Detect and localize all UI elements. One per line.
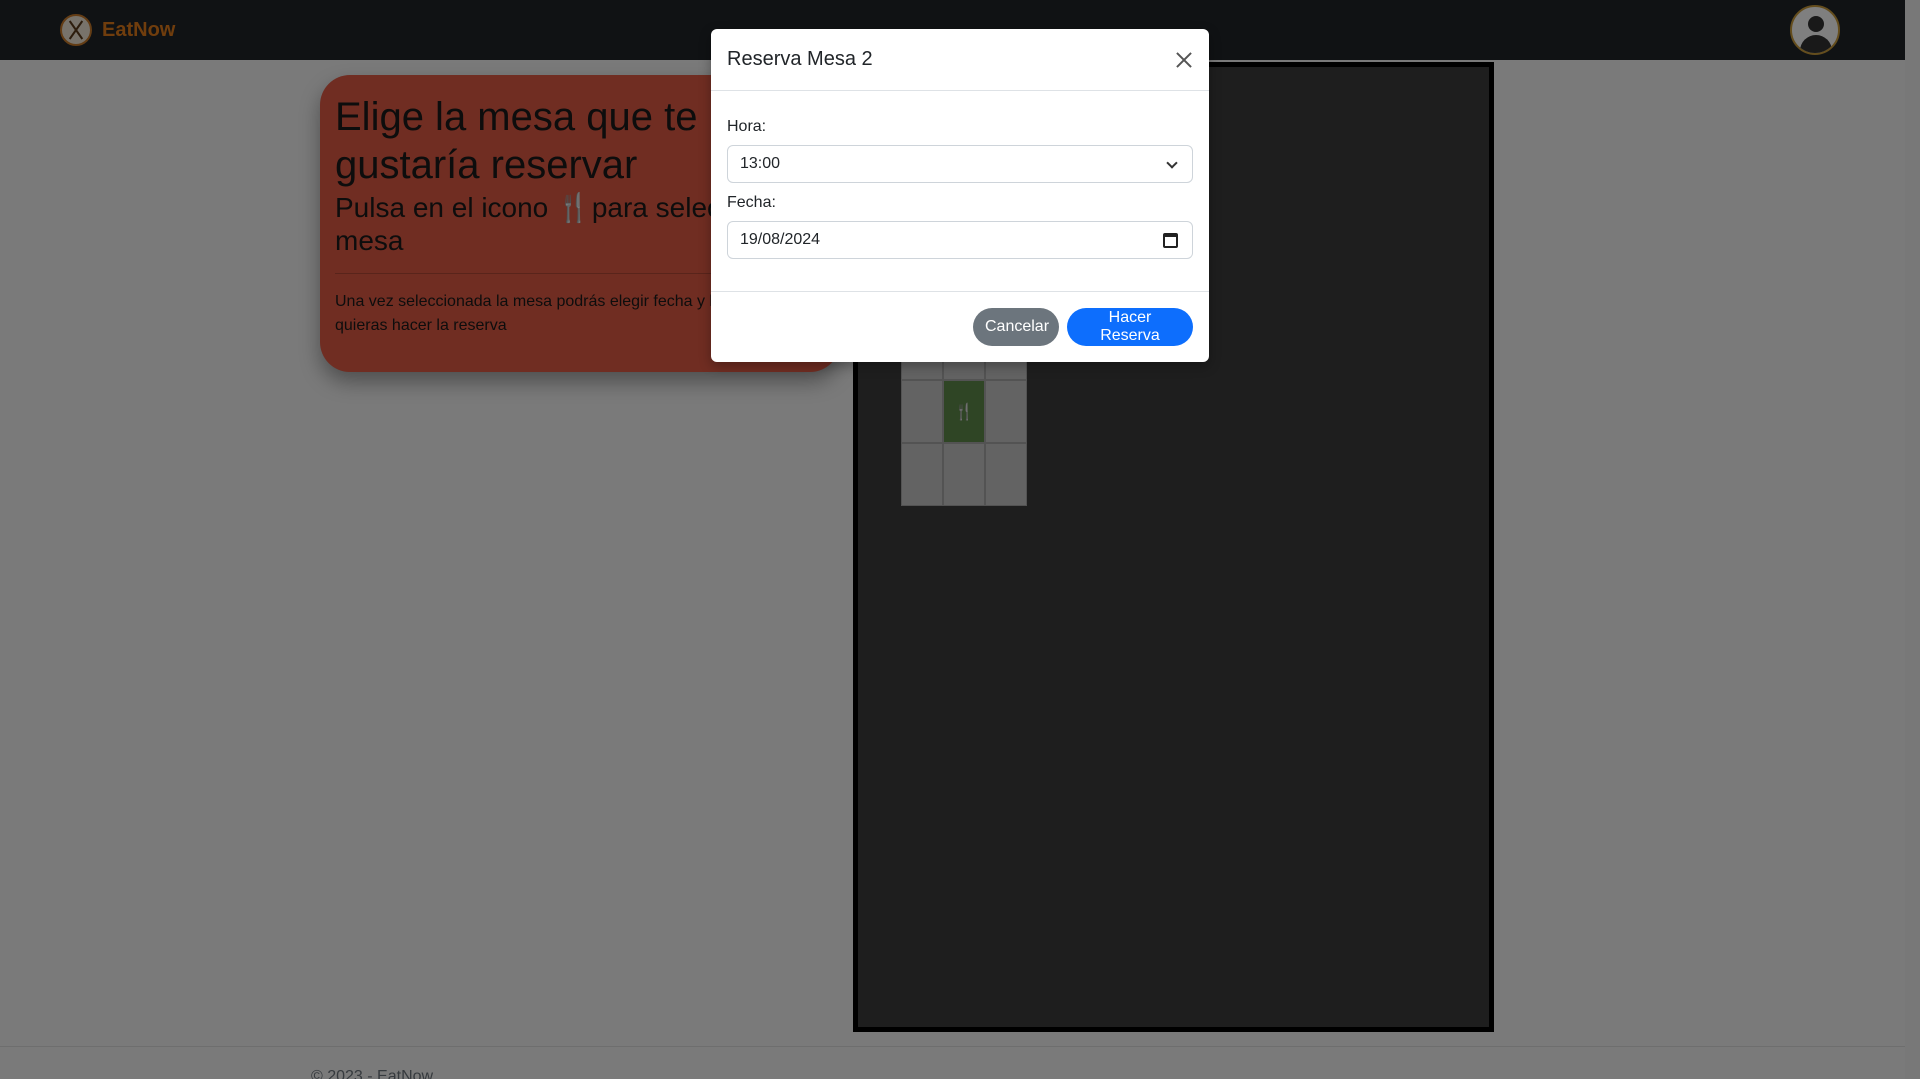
- close-icon[interactable]: [1171, 47, 1197, 73]
- fecha-value: 19/08/2024: [740, 231, 821, 248]
- page: EatNow Elige la mesa que te gustaría res…: [0, 0, 1920, 1079]
- chevron-down-icon: [1166, 157, 1178, 169]
- modal-footer: Cancelar Hacer Reserva: [711, 292, 1209, 362]
- hora-label: Hora:: [727, 118, 767, 135]
- hora-select[interactable]: 13:00: [727, 145, 1193, 183]
- modal-header: Reserva Mesa 2: [711, 29, 1209, 91]
- make-reservation-button[interactable]: Hacer Reserva: [1067, 308, 1193, 346]
- calendar-icon[interactable]: [1163, 233, 1178, 248]
- fecha-date-input[interactable]: 19/08/2024: [727, 221, 1193, 259]
- fecha-label: Fecha:: [727, 194, 776, 211]
- cancel-button[interactable]: Cancelar: [973, 308, 1059, 346]
- modal-title: Reserva Mesa 2: [727, 48, 873, 70]
- hora-value: 13:00: [740, 155, 781, 172]
- modal-body: Hora: 13:00 Fecha: 19/08/2024: [711, 91, 1209, 292]
- reservation-modal: Reserva Mesa 2 Hora: 13:00 Fecha: 19/08/…: [711, 29, 1209, 362]
